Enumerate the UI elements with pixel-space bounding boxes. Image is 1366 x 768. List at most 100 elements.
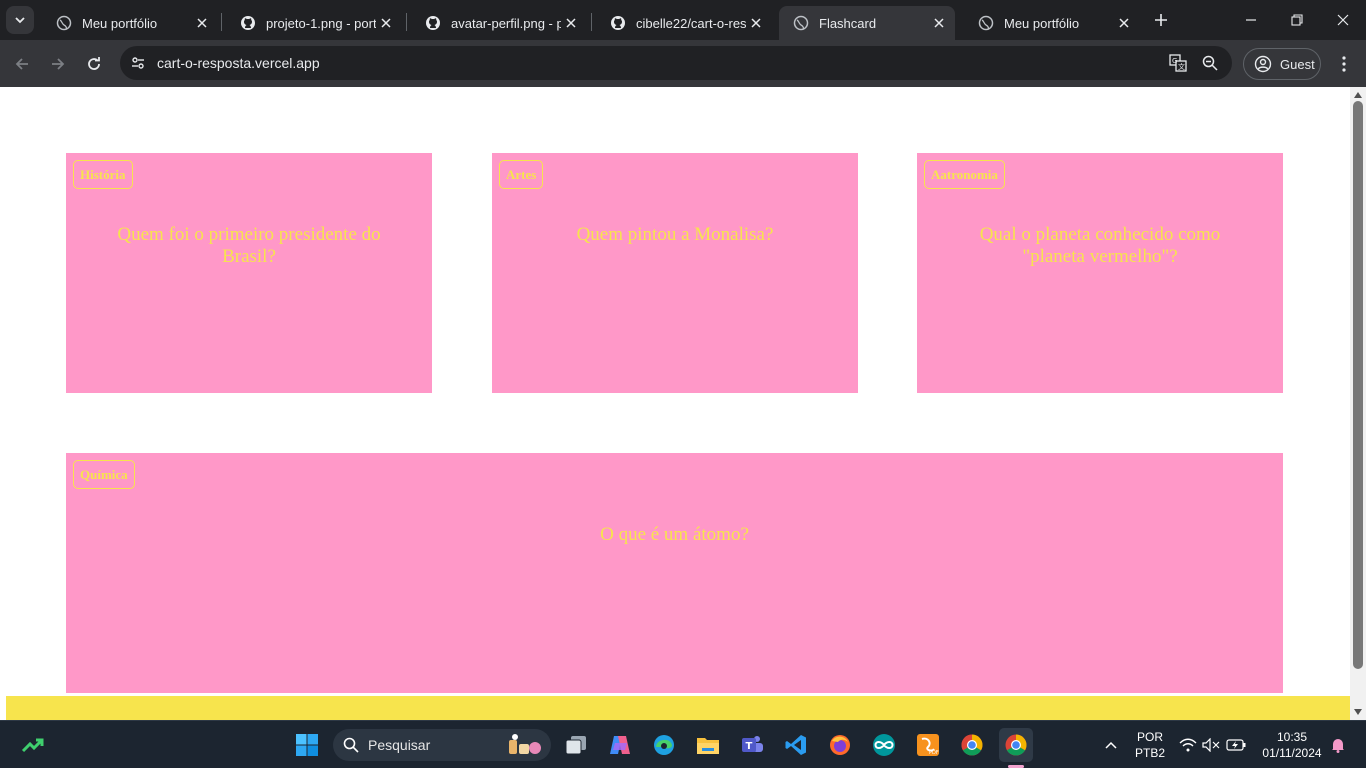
globe-icon [978,15,994,31]
tray-overflow-button[interactable] [1101,735,1121,755]
scrollbar[interactable] [1350,87,1366,720]
zoom-out-icon [1202,55,1218,71]
close-icon[interactable] [1114,13,1134,33]
close-window-button[interactable] [1331,8,1355,32]
close-icon[interactable] [929,13,949,33]
minimize-button[interactable] [1239,8,1263,32]
more-vert-icon [1342,56,1346,72]
svg-text:PDF: PDF [929,750,939,756]
account-circle-icon [1254,55,1272,73]
translate-button[interactable]: G文 [1167,52,1189,74]
category-tag: História [73,160,133,189]
vscode-icon [785,735,806,755]
language-indicator[interactable]: POR [1134,730,1166,744]
flashcard-question: Quem pintou a Monalisa? [576,224,774,245]
taskbar-search[interactable]: Pesquisar [333,729,551,761]
tab-title: projeto-1.png - portfólio [266,15,376,31]
arrow-right-icon [52,58,65,70]
file-explorer-button[interactable] [691,728,725,762]
flashcard-artes[interactable]: Artes Quem pintou a Monalisa? [492,153,858,393]
flashcard-astronomia[interactable]: Aatronomia Qual o planeta conhecido como… [917,153,1283,393]
tab-title: Meu portfólio [82,15,158,31]
address-bar[interactable]: cart-o-resposta.vercel.app G文 [120,46,1232,80]
teams-button[interactable]: T [735,728,769,762]
flashcard-question: Quem foi o primeiro presidente do Brasil… [117,224,381,267]
tab-search-button[interactable] [6,6,34,34]
profile-button[interactable]: Guest [1243,48,1321,80]
arduino-button[interactable] [867,728,901,762]
restore-button[interactable] [1285,8,1309,32]
pdf-reader-icon: PDF [917,734,939,756]
reload-button[interactable] [80,50,108,78]
category-tag: Aatronomia [924,160,1005,189]
new-tab-button[interactable] [1150,9,1172,31]
forward-button[interactable] [44,50,72,78]
firefox-icon [830,735,850,755]
page-viewport: História Quem foi o primeiro presidente … [0,87,1366,720]
svg-text:T: T [746,741,753,752]
close-icon[interactable] [376,13,396,33]
chrome-icon [961,734,983,756]
task-view-button[interactable] [559,728,593,762]
tab-meu-portfolio-2[interactable]: Meu portfólio [964,6,1140,40]
github-icon [425,15,441,31]
volume-muted-icon[interactable] [1201,735,1221,755]
flashcard-quimica[interactable]: Química O que é um átomo? [66,453,1283,693]
close-icon[interactable] [746,13,766,33]
notification-bell-icon[interactable] [1328,735,1348,755]
chrome-button[interactable] [955,728,989,762]
category-tag: Artes [499,160,544,189]
tab-avatar-perfil[interactable]: avatar-perfil.png - portfólio [411,6,587,40]
tab-title: Flashcard [819,15,877,31]
plus-icon [1155,14,1167,26]
globe-icon [56,15,72,31]
battery-charging-icon[interactable] [1226,735,1246,755]
clock-time[interactable]: 10:35 [1256,730,1328,744]
tab-projeto-1[interactable]: projeto-1.png - portfólio [226,6,402,40]
flashcard-question: O que é um átomo? [600,524,749,545]
chrome-active-button[interactable] [999,728,1033,762]
pdf-reader-button[interactable]: PDF [911,728,945,762]
site-info-button[interactable] [126,51,150,75]
tab-flashcard[interactable]: Flashcard [779,6,955,40]
url-text[interactable]: cart-o-resposta.vercel.app [157,55,320,71]
start-button[interactable] [290,728,324,762]
tab-separator [406,13,407,31]
tab-title: cibelle22/cart-o-resposta [636,15,746,31]
svg-text:文: 文 [1178,62,1185,71]
chevron-down-icon [15,17,25,24]
chrome-active-icon [1005,734,1027,756]
flashcard-historia[interactable]: História Quem foi o primeiro presidente … [66,153,432,393]
scroll-down-arrow-icon[interactable] [1354,708,1362,716]
globe-icon [793,15,809,31]
edge-button[interactable] [647,728,681,762]
zoom-button[interactable] [1199,52,1221,74]
teams-icon: T [742,736,763,752]
windows-taskbar: Pesquisar T PDF POR PTB2 10:35 01/11/202… [0,720,1366,768]
back-button[interactable] [8,50,36,78]
tab-separator [221,13,222,31]
tab-separator [591,13,592,31]
close-icon[interactable] [192,13,212,33]
close-icon[interactable] [561,13,581,33]
scroll-up-arrow-icon[interactable] [1354,91,1362,99]
widgets-button[interactable] [16,728,50,762]
tab-cibelle22-repo[interactable]: cibelle22/cart-o-resposta [596,6,772,40]
page-footer [6,696,1350,720]
copilot-button[interactable] [603,728,637,762]
tab-meu-portfolio-1[interactable]: Meu portfólio [42,6,218,40]
browser-menu-button[interactable] [1332,52,1356,76]
github-icon [240,15,256,31]
search-placeholder: Pesquisar [368,737,431,753]
tune-icon [132,57,144,69]
scrollbar-thumb[interactable] [1353,101,1363,669]
wifi-icon[interactable] [1178,735,1198,755]
edge-icon [654,735,674,755]
svg-text:G: G [1172,57,1177,65]
windows-start-icon [296,734,318,756]
firefox-button[interactable] [823,728,857,762]
vscode-button[interactable] [779,728,813,762]
keyboard-layout[interactable]: PTB2 [1134,746,1166,760]
minimize-icon [1246,19,1256,21]
clock-date[interactable]: 01/11/2024 [1256,746,1328,760]
